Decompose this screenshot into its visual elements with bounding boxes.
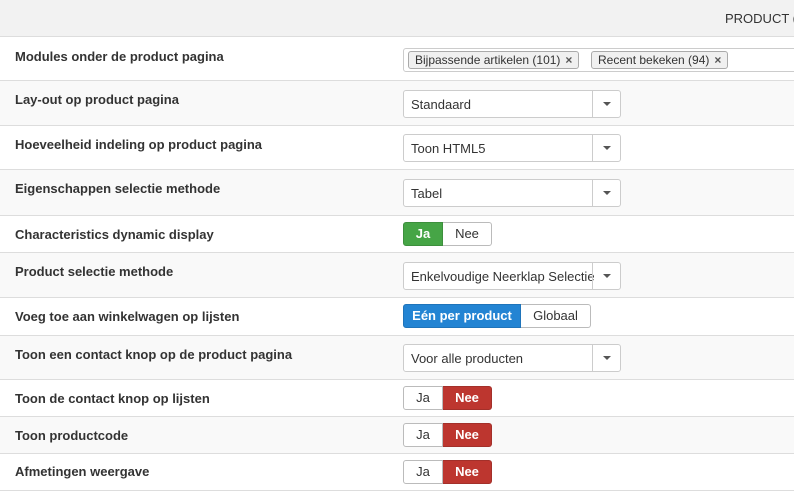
- settings-row-product-code: Toon productcode Ja Nee: [0, 417, 794, 454]
- product-select-dropdown[interactable]: Enkelvoudige Neerklap Selectie: [403, 262, 621, 290]
- contact-button-label: Toon een contact knop op de product pagi…: [15, 347, 293, 362]
- layout-select[interactable]: Standaard: [403, 90, 621, 118]
- add-to-cart-label: Voeg toe aan winkelwagen op lijsten: [15, 309, 240, 324]
- char-dynamic-label: Characteristics dynamic display: [15, 227, 214, 242]
- properties-select-value: Tabel: [411, 186, 443, 201]
- product-code-label: Toon productcode: [15, 428, 129, 443]
- remove-tag-icon[interactable]: ×: [714, 53, 721, 67]
- settings-row-dimensions: Afmetingen weergave Ja Nee: [0, 454, 794, 491]
- chevron-down-icon[interactable]: [592, 135, 620, 161]
- settings-row-contact-button: Toon een contact knop op de product pagi…: [0, 336, 794, 380]
- chevron-down-icon[interactable]: [592, 345, 620, 371]
- settings-row-properties: Eigenschappen selectie methode Tabel: [0, 170, 794, 216]
- quantity-label: Hoeveelheid indeling op product pagina: [15, 137, 263, 152]
- properties-select[interactable]: Tabel: [403, 179, 621, 207]
- tag-recently-viewed: Recent bekeken (94) ×: [591, 51, 729, 69]
- remove-tag-icon[interactable]: ×: [565, 53, 572, 67]
- global-button[interactable]: Globaal: [521, 304, 591, 328]
- no-button[interactable]: Nee: [443, 423, 492, 447]
- per-product-button[interactable]: Eén per product: [403, 304, 521, 328]
- settings-row-product-select: Product selectie methode Enkelvoudige Ne…: [0, 253, 794, 298]
- settings-row-modules: Modules onder de product pagina Bijpasse…: [0, 37, 794, 81]
- yes-button[interactable]: Ja: [403, 423, 443, 447]
- chevron-down-icon[interactable]: [592, 180, 620, 206]
- settings-row-char-dynamic: Characteristics dynamic display Ja Nee: [0, 216, 794, 253]
- no-button[interactable]: Nee: [443, 386, 492, 410]
- quantity-select-value: Toon HTML5: [411, 141, 486, 156]
- settings-row-contact-lists: Toon de contact knop op lijsten Ja Nee: [0, 380, 794, 417]
- settings-row-add-to-cart: Voeg toe aan winkelwagen op lijsten Eén …: [0, 298, 794, 336]
- contact-button-select[interactable]: Voor alle producten: [403, 344, 621, 372]
- section-title: PRODUCT (: [725, 11, 794, 26]
- product-select-value: Enkelvoudige Neerklap Selectie: [411, 269, 595, 284]
- yes-button[interactable]: Ja: [403, 386, 443, 410]
- settings-row-layout: Lay-out op product pagina Standaard: [0, 81, 794, 126]
- chevron-down-icon[interactable]: [592, 91, 620, 117]
- no-button[interactable]: Nee: [443, 222, 492, 246]
- yes-button[interactable]: Ja: [403, 222, 443, 246]
- chevron-down-icon[interactable]: [592, 263, 620, 289]
- layout-select-value: Standaard: [411, 97, 471, 112]
- modules-tag-input[interactable]: Bijpassende artikelen (101) × Recent beke…: [403, 48, 794, 72]
- modules-label: Modules onder de product pagina: [15, 49, 224, 64]
- dimensions-label: Afmetingen weergave: [15, 464, 150, 479]
- contact-button-select-value: Voor alle producten: [411, 351, 524, 366]
- product-select-label: Product selectie methode: [15, 264, 174, 279]
- properties-label: Eigenschappen selectie methode: [15, 181, 221, 196]
- yes-button[interactable]: Ja: [403, 460, 443, 484]
- contact-lists-label: Toon de contact knop op lijsten: [15, 391, 210, 406]
- tag-label: Recent bekeken (94): [598, 53, 710, 67]
- table-header: PRODUCT (: [0, 0, 794, 37]
- tag-label: Bijpassende artikelen (101): [415, 53, 561, 67]
- no-button[interactable]: Nee: [443, 460, 492, 484]
- layout-label: Lay-out op product pagina: [15, 92, 179, 107]
- quantity-select[interactable]: Toon HTML5: [403, 134, 621, 162]
- settings-row-quantity: Hoeveelheid indeling op product pagina T…: [0, 126, 794, 170]
- tag-related-products: Bijpassende artikelen (101) ×: [408, 51, 580, 69]
